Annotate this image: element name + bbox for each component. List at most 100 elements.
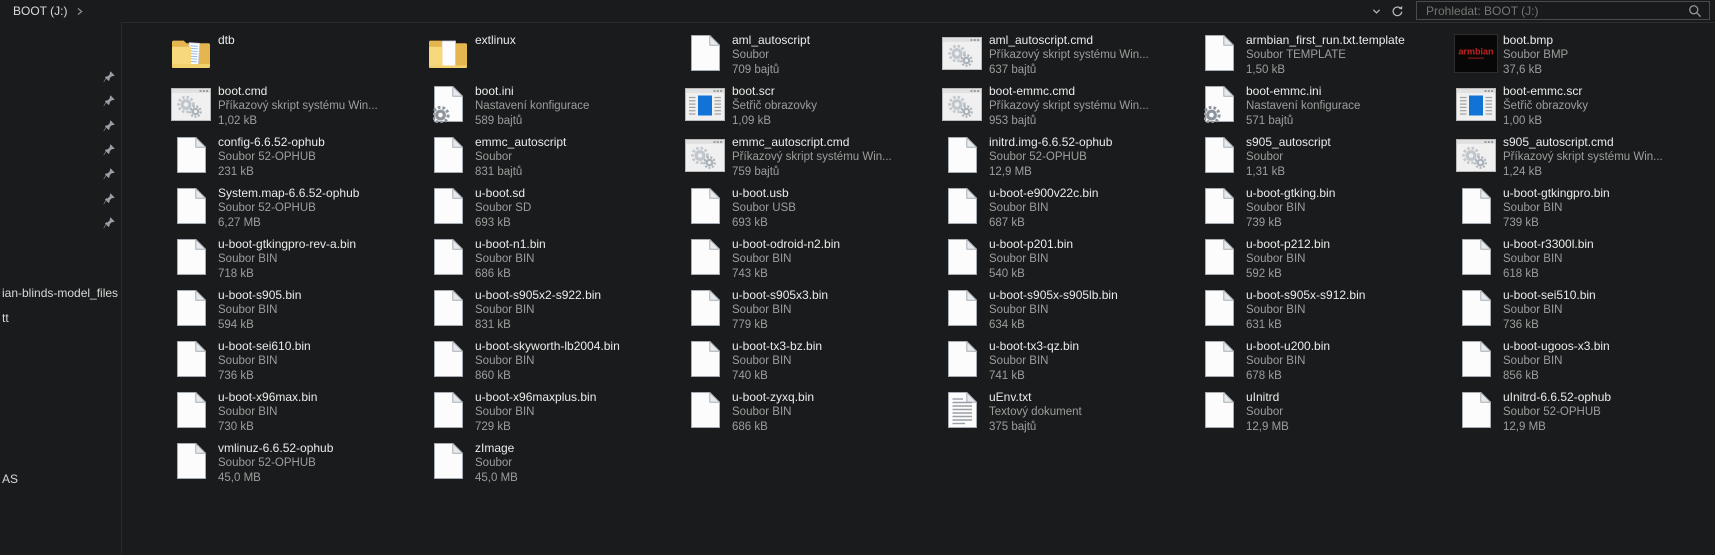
- file-meta: u-boot-tx3-bz.binSoubor BIN740 kB: [732, 339, 822, 384]
- file-name: u-boot-s905x-s905lb.bin: [989, 288, 1118, 303]
- sidebar-item[interactable]: tt: [2, 311, 9, 325]
- svg-text:armbian: armbian: [1458, 46, 1493, 56]
- pushpin-icon[interactable]: [103, 216, 116, 229]
- file-item[interactable]: extlinux: [425, 31, 682, 82]
- pushpin-icon[interactable]: [103, 119, 116, 132]
- file-item[interactable]: u-boot-x96maxplus.binSoubor BIN729 kB: [425, 388, 682, 439]
- file-item[interactable]: System.map-6.6.52-ophubSoubor 52-OPHUB6,…: [168, 184, 425, 235]
- file-meta: u-boot-s905x-s912.binSoubor BIN631 kB: [1246, 288, 1365, 333]
- search-box[interactable]: [1416, 1, 1710, 20]
- file-item[interactable]: u-boot-s905x-s912.binSoubor BIN631 kB: [1196, 286, 1453, 337]
- file-item[interactable]: boot-emmc.scrŠetřič obrazovky1,00 kB: [1453, 82, 1710, 133]
- file-item[interactable]: zImageSoubor45,0 MB: [425, 439, 682, 490]
- file-item[interactable]: u-boot-gtkingpro.binSoubor BIN739 kB: [1453, 184, 1710, 235]
- file-name: dtb: [218, 33, 235, 48]
- file-type: Soubor BIN: [732, 252, 840, 267]
- search-icon[interactable]: [1688, 4, 1702, 18]
- file-size: 375 bajtů: [989, 420, 1082, 435]
- file-item[interactable]: s905_autoscriptSoubor1,31 kB: [1196, 133, 1453, 184]
- file-name: boot.bmp: [1503, 33, 1568, 48]
- file-item[interactable]: u-boot-sei610.binSoubor BIN736 kB: [168, 337, 425, 388]
- file-name: u-boot-u200.bin: [1246, 339, 1330, 354]
- file-item[interactable]: s905_autoscript.cmdPříkazový skript syst…: [1453, 133, 1710, 184]
- file-item[interactable]: armbian_first_run.txt.templateSoubor TEM…: [1196, 31, 1453, 82]
- file-type: Soubor BIN: [989, 354, 1079, 369]
- file-item[interactable]: aml_autoscriptSoubor709 bajtů: [682, 31, 939, 82]
- file-meta: u-boot-x96max.binSoubor BIN730 kB: [218, 390, 317, 435]
- refresh-icon[interactable]: [1387, 0, 1408, 22]
- file-item[interactable]: u-boot-r3300l.binSoubor BIN618 kB: [1453, 235, 1710, 286]
- file-meta: u-boot.usbSoubor USB693 kB: [732, 186, 796, 231]
- file-item[interactable]: u-boot-gtkingpro-rev-a.binSoubor BIN718 …: [168, 235, 425, 286]
- file-name: vmlinuz-6.6.52-ophub: [218, 441, 333, 456]
- file-size: 540 kB: [989, 267, 1073, 282]
- file-item[interactable]: armbianboot.bmpSoubor BMP37,6 kB: [1453, 31, 1710, 82]
- file-item[interactable]: u-boot-tx3-bz.binSoubor BIN740 kB: [682, 337, 939, 388]
- file-type: Soubor BIN: [1503, 201, 1610, 216]
- file-item[interactable]: aml_autoscript.cmdPříkazový skript systé…: [939, 31, 1196, 82]
- file-item[interactable]: uEnv.txtTextový dokument375 bajtů: [939, 388, 1196, 439]
- file-type: Soubor 52-OPHUB: [1503, 405, 1611, 420]
- file-item[interactable]: emmc_autoscriptSoubor831 bajtů: [425, 133, 682, 184]
- search-input[interactable]: [1417, 4, 1688, 18]
- file-item[interactable]: u-boot-p201.binSoubor BIN540 kB: [939, 235, 1196, 286]
- file-item[interactable]: u-boot-u200.binSoubor BIN678 kB: [1196, 337, 1453, 388]
- address-bar[interactable]: BOOT (J:): [13, 0, 84, 22]
- file-type: Soubor BIN: [1246, 303, 1365, 318]
- file-item[interactable]: u-boot-tx3-qz.binSoubor BIN741 kB: [939, 337, 1196, 388]
- file-item[interactable]: u-boot-s905x3.binSoubor BIN779 kB: [682, 286, 939, 337]
- file-item[interactable]: u-boot.sdSoubor SD693 kB: [425, 184, 682, 235]
- file-item[interactable]: u-boot-s905x-s905lb.binSoubor BIN634 kB: [939, 286, 1196, 337]
- file-item[interactable]: u-boot-odroid-n2.binSoubor BIN743 kB: [682, 235, 939, 286]
- file-meta: u-boot-gtkingpro-rev-a.binSoubor BIN718 …: [218, 237, 356, 282]
- file-item[interactable]: config-6.6.52-ophubSoubor 52-OPHUB231 kB: [168, 133, 425, 184]
- file-item[interactable]: u-boot-gtking.binSoubor BIN739 kB: [1196, 184, 1453, 235]
- file-item[interactable]: u-boot-skyworth-lb2004.binSoubor BIN860 …: [425, 337, 682, 388]
- file-name: boot.cmd: [218, 84, 378, 99]
- file-item[interactable]: uInitrdSoubor12,9 MB: [1196, 388, 1453, 439]
- pushpin-icon[interactable]: [103, 192, 116, 205]
- pushpin-icon[interactable]: [103, 167, 116, 180]
- pushpin-icon[interactable]: [103, 143, 116, 156]
- breadcrumb[interactable]: BOOT (J:): [13, 4, 67, 18]
- file-meta: armbian_first_run.txt.templateSoubor TEM…: [1246, 33, 1405, 78]
- file-item[interactable]: u-boot-p212.binSoubor BIN592 kB: [1196, 235, 1453, 286]
- pushpin-icon[interactable]: [103, 94, 116, 107]
- file-name: emmc_autoscript: [475, 135, 566, 150]
- file-item[interactable]: u-boot-n1.binSoubor BIN686 kB: [425, 235, 682, 286]
- file-item[interactable]: boot-emmc.iniNastavení konfigurace571 ba…: [1196, 82, 1453, 133]
- chevron-down-icon[interactable]: [1366, 0, 1387, 22]
- chevron-right-icon[interactable]: [75, 7, 84, 16]
- file-size: 709 bajtů: [732, 63, 810, 78]
- doc-icon: [1453, 337, 1499, 381]
- file-meta: u-boot-gtking.binSoubor BIN739 kB: [1246, 186, 1335, 231]
- pushpin-icon[interactable]: [103, 70, 116, 83]
- file-item[interactable]: u-boot-zyxq.binSoubor BIN686 kB: [682, 388, 939, 439]
- doc-icon: [1196, 184, 1242, 228]
- file-meta: s905_autoscript.cmdPříkazový skript syst…: [1503, 135, 1663, 180]
- file-item[interactable]: initrd.img-6.6.52-ophubSoubor 52-OPHUB12…: [939, 133, 1196, 184]
- file-size: 678 kB: [1246, 369, 1330, 384]
- file-item[interactable]: u-boot-x96max.binSoubor BIN730 kB: [168, 388, 425, 439]
- file-item[interactable]: boot-emmc.cmdPříkazový skript systému Wi…: [939, 82, 1196, 133]
- file-item[interactable]: uInitrd-6.6.52-ophubSoubor 52-OPHUB12,9 …: [1453, 388, 1710, 439]
- file-item[interactable]: boot.cmdPříkazový skript systému Win...1…: [168, 82, 425, 133]
- file-type: Soubor BIN: [732, 354, 822, 369]
- file-name: initrd.img-6.6.52-ophub: [989, 135, 1112, 150]
- file-type: Soubor 52-OPHUB: [989, 150, 1112, 165]
- file-item[interactable]: u-boot-s905x2-s922.binSoubor BIN831 kB: [425, 286, 682, 337]
- file-item[interactable]: u-boot.usbSoubor USB693 kB: [682, 184, 939, 235]
- file-item[interactable]: u-boot-e900v22c.binSoubor BIN687 kB: [939, 184, 1196, 235]
- file-item[interactable]: emmc_autoscript.cmdPříkazový skript syst…: [682, 133, 939, 184]
- sidebar-item[interactable]: ian-blinds-model_files: [2, 286, 118, 300]
- sidebar-item[interactable]: AS: [2, 472, 18, 486]
- file-size: 12,9 MB: [1246, 420, 1289, 435]
- file-item[interactable]: boot.iniNastavení konfigurace589 bajtů: [425, 82, 682, 133]
- file-item[interactable]: u-boot-ugoos-x3.binSoubor BIN856 kB: [1453, 337, 1710, 388]
- file-item[interactable]: boot.scrŠetřič obrazovky1,09 kB: [682, 82, 939, 133]
- file-item[interactable]: vmlinuz-6.6.52-ophubSoubor 52-OPHUB45,0 …: [168, 439, 425, 490]
- file-item[interactable]: dtb: [168, 31, 425, 82]
- file-item[interactable]: u-boot-sei510.binSoubor BIN736 kB: [1453, 286, 1710, 337]
- file-item[interactable]: u-boot-s905.binSoubor BIN594 kB: [168, 286, 425, 337]
- doc-icon: [682, 388, 728, 432]
